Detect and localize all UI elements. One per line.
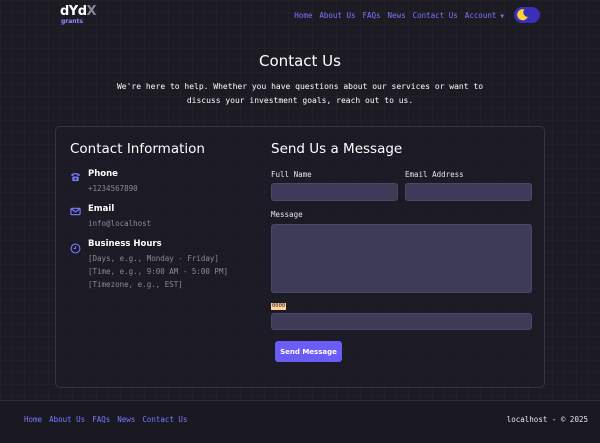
envelope-icon (70, 207, 81, 216)
footer-contact-us[interactable]: Contact Us (142, 415, 187, 424)
footer-links: Home About Us FAQs News Contact Us (24, 415, 187, 424)
nav-faqs[interactable]: FAQs (362, 10, 380, 22)
page-intro: We're here to help. Whether you have que… (116, 82, 484, 105)
copyright: localhost - © 2025 (506, 415, 588, 424)
theme-toggle[interactable] (514, 7, 540, 23)
moon-icon (517, 9, 528, 21)
nav-links: Home About Us FAQs News Contact Us Accou… (294, 10, 504, 22)
navbar: dYdX grants Home About Us FAQs News Cont… (0, 0, 600, 32)
footer-news[interactable]: News (117, 415, 135, 424)
chevron-down-icon: ▼ (500, 13, 504, 20)
nav-account-label: Account (464, 11, 497, 20)
phone-icon (70, 172, 81, 182)
message-textarea[interactable] (271, 224, 532, 293)
full-name-label: Full Name (271, 170, 312, 179)
captcha-input[interactable] (271, 313, 532, 330)
nav-news[interactable]: News (388, 10, 406, 22)
hours-timezone: [Timezone, e.g., EST] (88, 280, 183, 289)
phone-value[interactable]: +1234567890 (88, 182, 138, 195)
full-name-input[interactable] (271, 183, 398, 201)
contact-card: Contact Information Phone +1234567890 Em… (55, 126, 545, 388)
contact-info-title: Contact Information (70, 141, 205, 157)
logo-mark: dYdX (60, 4, 97, 19)
nav-account-dropdown[interactable]: Account ▼ (465, 10, 504, 22)
captcha-label: 0000 (271, 303, 287, 310)
footer: Home About Us FAQs News Contact Us local… (0, 400, 600, 443)
hours-time: [Time, e.g., 9:00 AM - 5:00 PM] (88, 267, 228, 276)
send-message-button[interactable]: Send Message (275, 341, 342, 362)
page-title: Contact Us (259, 52, 341, 70)
send-message-title: Send Us a Message (271, 141, 403, 157)
email-value[interactable]: info@localhost (88, 217, 151, 230)
hours-label: Business Hours (88, 239, 162, 249)
nav-about-us[interactable]: About Us (319, 10, 355, 22)
email-label: Email (88, 204, 115, 214)
nav-home[interactable]: Home (294, 10, 312, 22)
logo-subtitle: grants (61, 18, 84, 25)
clock-icon (70, 243, 81, 254)
phone-label: Phone (88, 169, 118, 179)
footer-faqs[interactable]: FAQs (92, 415, 110, 424)
hours-days: [Days, e.g., Monday - Friday] (88, 254, 219, 263)
footer-home[interactable]: Home (24, 415, 42, 424)
nav-contact-us[interactable]: Contact Us (413, 10, 458, 22)
brand-logo[interactable]: dYdX grants (60, 4, 97, 27)
message-label: Message (271, 210, 303, 219)
email-address-input[interactable] (405, 183, 532, 201)
footer-about-us[interactable]: About Us (49, 415, 85, 424)
email-address-label: Email Address (405, 170, 464, 179)
